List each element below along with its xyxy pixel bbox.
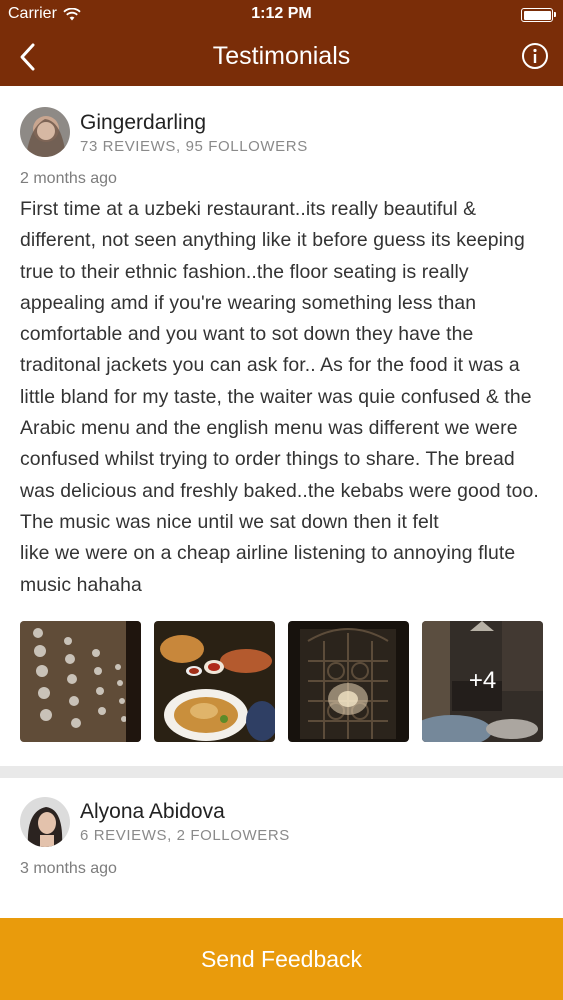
review-photo-more[interactable]: +4 [422,620,543,742]
review-photos: +4 [20,620,543,742]
info-icon [522,43,548,69]
avatar[interactable] [20,107,70,157]
reviewer-name[interactable]: Gingerdarling [80,110,308,136]
nav-bar: Testimonials [0,28,563,86]
review-date: 2 months ago [20,170,117,187]
status-bar: Carrier 1:12 PM [0,0,563,28]
page-title: Testimonials [212,42,351,70]
review-photo[interactable] [20,620,141,742]
review-text: First time at a uzbeki restaurant..its r… [20,198,539,596]
divider [0,765,563,778]
status-time: 1:12 PM [251,5,312,22]
info-button[interactable] [521,42,549,70]
avatar[interactable] [20,796,70,847]
reviewer-stats: 6 REVIEWS, 2 FOLLOWERS [80,827,290,845]
more-photos-count: +4 [422,620,543,742]
testimonials-list[interactable]: Gingerdarling 73 REVIEWS, 95 FOLLOWERS 2… [0,86,563,918]
review-card: Alyona Abidova 6 REVIEWS, 2 FOLLOWERS 3 … [0,778,563,878]
send-feedback-button[interactable]: Send Feedback [0,918,563,1000]
reviewer-header: Alyona Abidova 6 REVIEWS, 2 FOLLOWERS [20,796,543,848]
review-card: Gingerdarling 73 REVIEWS, 95 FOLLOWERS 2… [0,86,563,766]
battery-icon [521,8,556,22]
review-photo[interactable] [288,620,409,742]
reviewer-stats: 73 REVIEWS, 95 FOLLOWERS [80,137,308,155]
app-header: Carrier 1:12 PM Testimonials [0,0,563,86]
review-photo[interactable] [154,620,275,742]
reviewer-name[interactable]: Alyona Abidova [80,799,290,825]
review-date: 3 months ago [20,859,117,877]
reviewer-header: Gingerdarling 73 REVIEWS, 95 FOLLOWERS [20,106,543,158]
